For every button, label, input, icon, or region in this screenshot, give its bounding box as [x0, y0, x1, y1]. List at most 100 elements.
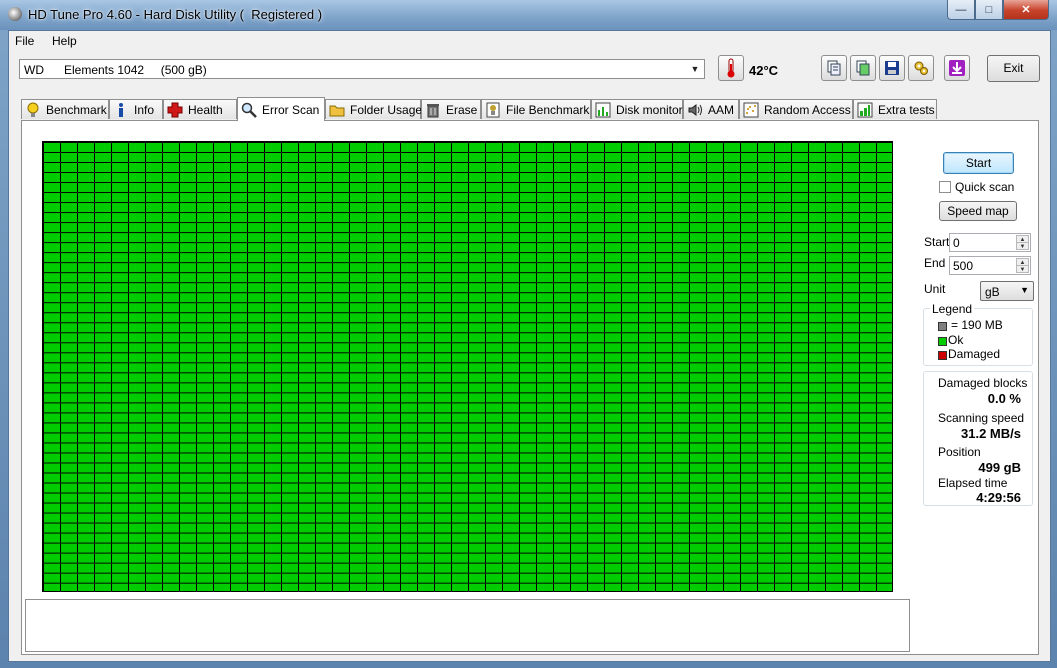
- legend-damaged-swatch: [938, 351, 947, 360]
- options-button[interactable]: [908, 55, 934, 81]
- chevron-down-icon: ▼: [1020, 285, 1029, 295]
- tab-aam[interactable]: AAM: [683, 99, 739, 119]
- tab-file-benchmark[interactable]: File Benchmark: [481, 99, 591, 119]
- quick-scan-checkbox[interactable]: [939, 181, 951, 193]
- spin-down-icon[interactable]: ▼: [1016, 242, 1029, 250]
- legend-block-size: = 190 MB: [951, 318, 1003, 332]
- minimize-button[interactable]: —: [947, 0, 975, 20]
- tab-label: Benchmark: [46, 102, 107, 117]
- file-benchmark-icon: [485, 102, 501, 118]
- tab-random-access[interactable]: Random Access: [739, 99, 853, 119]
- position-value: 499 gB: [978, 460, 1021, 475]
- damaged-blocks-label: Damaged blocks: [938, 376, 1028, 390]
- close-icon: ✕: [1021, 4, 1031, 16]
- temperature-button[interactable]: [718, 55, 744, 81]
- speed-map-button[interactable]: Speed map: [939, 201, 1017, 221]
- end-field-label: End: [924, 256, 946, 270]
- stats-group: Damaged blocks 0.0 % Scanning speed 31.2…: [923, 371, 1033, 506]
- extra-tests-icon: [857, 102, 873, 118]
- tab-label: Disk monitor: [616, 102, 683, 117]
- tab-label: Folder Usage: [350, 102, 423, 117]
- tab-label: File Benchmark: [506, 102, 590, 117]
- speaker-icon: [687, 102, 703, 118]
- copy-text-icon: [827, 60, 841, 76]
- app-window: HD Tune Pro 4.60 - Hard Disk Utility ( R…: [0, 0, 1057, 668]
- tab-health[interactable]: Health: [163, 99, 237, 119]
- toolbar: WD Elements 1042 (500 gB) ▼ 42°C Exit: [9, 51, 1050, 91]
- client-area: File Help WD Elements 1042 (500 gB) ▼ 42…: [8, 30, 1051, 662]
- unit-label: Unit: [924, 282, 946, 296]
- temperature-readout: 42°C: [749, 63, 779, 78]
- scan-block-map: [42, 141, 893, 592]
- tab-error-scan[interactable]: Error Scan: [237, 97, 325, 121]
- start-button[interactable]: Start: [943, 152, 1014, 174]
- tab-strip: Benchmark Info Health Error Scan Folder …: [21, 97, 1031, 121]
- tab-label: Error Scan: [262, 102, 320, 117]
- legend-damaged-label: Damaged: [948, 347, 1001, 361]
- unit-select[interactable]: gB ▼: [980, 281, 1034, 301]
- tab-label: AAM: [708, 102, 735, 117]
- options-icon: [914, 61, 928, 75]
- lightbulb-icon: [25, 102, 41, 118]
- copy-text-button[interactable]: [821, 55, 847, 81]
- download-button[interactable]: [944, 55, 970, 81]
- legend-group: Legend = 190 MB Ok Damaged: [923, 302, 1033, 366]
- error-scan-panel: Start Quick scan Speed map Start 0 ▲ ▼ E…: [21, 120, 1039, 655]
- app-disk-icon: [8, 7, 22, 21]
- magnifier-icon: [241, 102, 257, 118]
- tab-info[interactable]: Info: [109, 99, 163, 119]
- elapsed-time-label: Elapsed time: [938, 476, 1008, 490]
- save-button[interactable]: [879, 55, 905, 81]
- health-cross-icon: [167, 102, 183, 118]
- scanning-speed-value: 31.2 MB/s: [961, 426, 1021, 441]
- scanning-speed-label: Scanning speed: [938, 411, 1025, 425]
- legend-block-swatch: [938, 322, 947, 331]
- window-title: HD Tune Pro 4.60 - Hard Disk Utility ( R…: [28, 7, 323, 22]
- minimize-icon: —: [955, 3, 967, 16]
- tab-extra-tests[interactable]: Extra tests: [853, 99, 937, 119]
- thermometer-icon: [727, 58, 735, 78]
- menu-bar: File Help: [9, 31, 1050, 51]
- maximize-icon: □: [985, 3, 993, 16]
- spin-down-icon[interactable]: ▼: [1016, 265, 1029, 273]
- tab-label: Extra tests: [878, 102, 935, 117]
- trash-icon: [425, 102, 441, 118]
- tab-label: Random Access: [764, 102, 851, 117]
- exit-button[interactable]: Exit: [987, 55, 1040, 82]
- tab-label: Health: [188, 102, 223, 117]
- elapsed-time-value: 4:29:56: [976, 490, 1021, 505]
- menu-file[interactable]: File: [15, 34, 34, 48]
- legend-title: Legend: [930, 302, 975, 316]
- legend-ok-swatch: [938, 337, 947, 346]
- title-bar[interactable]: HD Tune Pro 4.60 - Hard Disk Utility ( R…: [0, 0, 1057, 30]
- copy-screenshot-icon: [856, 60, 870, 76]
- quick-scan-label[interactable]: Quick scan: [955, 180, 1014, 194]
- folder-icon: [329, 102, 345, 118]
- download-icon: [949, 60, 965, 76]
- menu-help[interactable]: Help: [52, 34, 77, 48]
- position-label: Position: [938, 445, 981, 459]
- copy-screenshot-button[interactable]: [850, 55, 876, 81]
- drive-select[interactable]: WD Elements 1042 (500 gB) ▼: [19, 59, 705, 79]
- start-spinner[interactable]: 0 ▲ ▼: [949, 233, 1031, 252]
- chevron-down-icon: ▼: [690, 64, 700, 74]
- start-field-label: Start: [924, 235, 950, 249]
- tab-label: Info: [134, 102, 155, 117]
- save-icon: [885, 61, 899, 75]
- tab-erase[interactable]: Erase: [421, 99, 481, 119]
- log-textbox[interactable]: [25, 599, 910, 652]
- end-value: 500: [953, 259, 974, 273]
- close-button[interactable]: ✕: [1003, 0, 1049, 20]
- tab-label: Erase: [446, 102, 478, 117]
- start-value: 0: [953, 236, 960, 250]
- drive-select-value: WD Elements 1042 (500 gB): [24, 63, 207, 77]
- random-access-icon: [743, 102, 759, 118]
- disk-monitor-icon: [595, 102, 611, 118]
- maximize-button[interactable]: □: [975, 0, 1003, 20]
- end-spinner[interactable]: 500 ▲ ▼: [949, 256, 1031, 275]
- legend-ok-label: Ok: [948, 333, 964, 347]
- damaged-blocks-value: 0.0 %: [987, 391, 1021, 406]
- tab-benchmark[interactable]: Benchmark: [21, 99, 109, 119]
- tab-folder-usage[interactable]: Folder Usage: [325, 99, 423, 119]
- tab-disk-monitor[interactable]: Disk monitor: [591, 99, 683, 119]
